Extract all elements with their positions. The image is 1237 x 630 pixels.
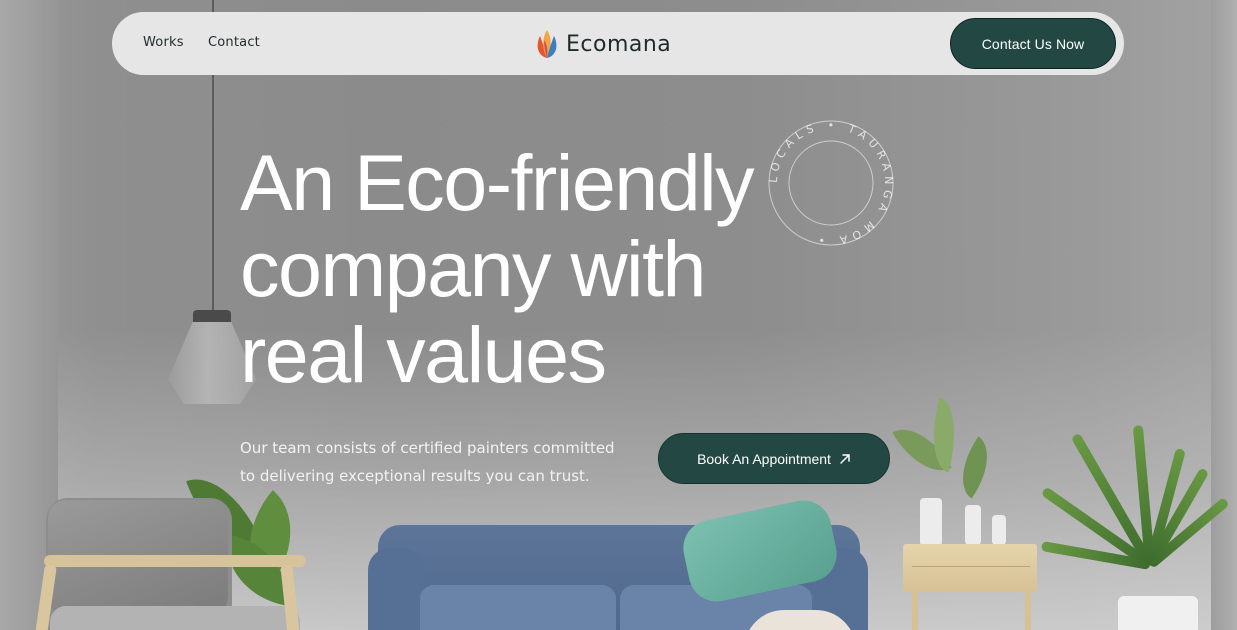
plant-pot [1118,596,1198,630]
side-table [903,544,1037,592]
hero-description: Our team consists of certified painters … [240,434,640,490]
sofa-cushion [420,585,616,630]
sofa-arm-left [368,548,424,630]
vase [992,515,1006,545]
side-table-drawer [912,566,1030,567]
hero-title-line: real values [240,310,607,399]
brand[interactable]: Ecomana [534,27,671,61]
nav-link-works[interactable]: Works [143,35,184,50]
arrow-up-right-icon [840,453,850,464]
hero-title: An Eco-friendly company with real values [240,140,880,398]
lamp-cap [193,310,231,322]
vase [965,505,981,545]
wall-edge-right [1211,0,1237,630]
brand-name: Ecomana [566,31,672,57]
hero-title-line: An Eco-friendly [240,138,755,227]
vase [920,498,942,546]
contact-us-now-button[interactable]: Contact Us Now [950,18,1116,69]
book-appointment-button[interactable]: Book An Appointment [658,433,890,484]
leaf-logo-icon [537,30,557,58]
armchair-arm [44,555,306,567]
book-appointment-label: Book An Appointment [697,450,831,467]
side-table-leg [1025,590,1031,630]
hero-title-line: company with [240,224,707,313]
side-table-leg [912,590,918,630]
top-navbar: Works Contact Ecomana Contact Us Now [112,12,1124,75]
armchair-seat [50,606,300,630]
nav-link-contact[interactable]: Contact [208,35,260,50]
hero-description-line: Our team consists of certified painters … [240,439,615,457]
hero-description-line: to delivering exceptional results you ca… [240,467,590,485]
